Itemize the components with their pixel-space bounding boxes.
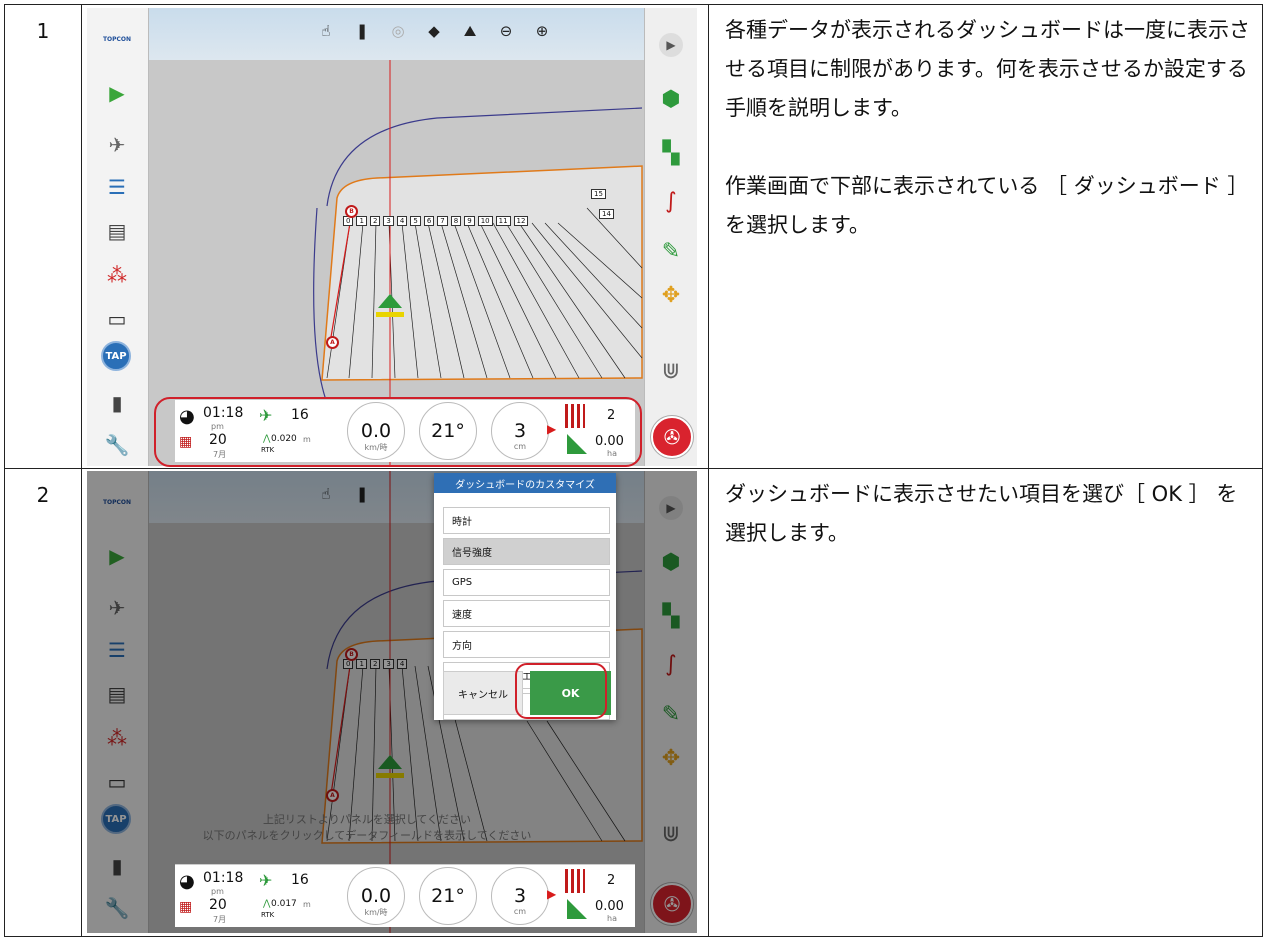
sections-icon [565, 869, 585, 893]
row-number: 2 [369, 216, 381, 226]
row-number: 1 [356, 216, 367, 226]
row-number: 9 [464, 216, 475, 226]
row-number-labels: 0 1 2 3 4 5 6 7 8 9 10 11 12 [343, 216, 529, 226]
description-paragraph: 作業画面で下部に表示されている ［ ダッシュボード ］を選択します。 [725, 174, 1249, 237]
ok-highlight [515, 663, 607, 719]
speed-value: 0.0 [360, 885, 392, 907]
accuracy-icon: ⋀ [263, 899, 271, 909]
hint-line-1: 上記リストよりパネルを選択してください [262, 813, 472, 826]
date-day: 20 [209, 897, 227, 913]
fix-type: RTK [261, 911, 275, 919]
satellite-icon: ✈ [259, 871, 273, 890]
satellite-count: 16 [291, 872, 309, 888]
clock-time: 01:18 [203, 870, 244, 886]
row-number-right: 15 [591, 189, 606, 199]
row-number-right: 14 [599, 209, 614, 219]
guide-lines-icon[interactable]: ∫ [656, 186, 686, 216]
cancel-button[interactable]: キャンセル [443, 671, 523, 715]
row-number: 10 [477, 216, 493, 226]
row-number: 12 [513, 216, 529, 226]
tap-button[interactable]: TAP [101, 341, 131, 371]
layers-icon[interactable]: ◆ [425, 22, 443, 40]
target-icon[interactable]: ◎ [389, 22, 407, 40]
field-icon[interactable]: ⬢ [656, 84, 686, 114]
speed-unit: km/時 [364, 908, 388, 917]
panel-option-speed[interactable]: 速度 [443, 600, 610, 627]
accuracy-value: 0.017 [271, 899, 297, 909]
xte-unit: cm [513, 907, 527, 916]
section-count: 2 [607, 873, 616, 888]
panel-option-signal[interactable]: 信号強度 [443, 538, 610, 565]
row-number: 4 [396, 216, 408, 226]
clock-icon: ◕ [179, 871, 195, 892]
area-value: 0.00 [595, 899, 624, 914]
hint-line-2: 以下のパネルをクリックしてデータフィールドを表示してください [202, 829, 532, 842]
xte-gauge[interactable]: 3 cm [491, 867, 549, 925]
area-icon [567, 899, 587, 919]
row-number: 3 [383, 216, 394, 226]
row-number: 5 [410, 216, 421, 226]
speed-gauge[interactable]: 0.0 km/時 [347, 867, 405, 925]
instruction-table: 1 0 1 2 3 4 5 6 7 8 9 10 11 12 15 14 B A… [4, 4, 1263, 937]
heading-value: 21° [431, 885, 465, 907]
heading-gauge[interactable]: 21° [419, 867, 477, 925]
marker-icon[interactable]: ✎ [656, 236, 686, 266]
left-toolbar: TOPCON ▶ ✈ ☰ ▤ ⁂ ▭ TAP ▮ 🔧 [87, 8, 149, 466]
sections-icon[interactable]: ⁂ [103, 262, 131, 288]
list-icon[interactable]: ☰ [103, 174, 131, 200]
panel-option-gps[interactable]: GPS [443, 569, 610, 596]
zoom-out-icon[interactable]: ⊖ [497, 22, 515, 40]
panel-option-heading[interactable]: 方向 [443, 631, 610, 658]
steering-button[interactable]: ✇ [651, 416, 693, 458]
step-row-2: 2 0 1 2 3 4 B A ☝ ❚ TOPCON ▶ ✈ ☰ ▤ ⁂ ▭ T… [4, 468, 1263, 937]
logo-icon: TOPCON [102, 35, 132, 43]
dialog-title: ダッシュボードのカスタマイズ [434, 473, 616, 493]
dashboard-highlight [154, 397, 642, 467]
row-number: 8 [450, 216, 462, 226]
right-toolbar: ▶ ⬢ ▚ ∫ ✎ ✥ ⋓ ✇ [644, 8, 697, 466]
shift-icon[interactable]: ✥ [656, 280, 686, 310]
next-icon[interactable]: ▶ [656, 30, 686, 60]
satellite-icon[interactable]: ✈ [103, 132, 131, 158]
xte-arrow-icon: ▶ [547, 887, 557, 901]
document-icon[interactable]: ▤ [103, 218, 131, 244]
screenshot-cell: 0 1 2 3 4 B A ☝ ❚ TOPCON ▶ ✈ ☰ ▤ ⁂ ▭ TAP… [81, 468, 709, 937]
screenshot-cell: 0 1 2 3 4 5 6 7 8 9 10 11 12 15 14 B A ☝… [81, 4, 709, 469]
monitor-icon[interactable]: ▭ [103, 306, 131, 332]
calendar-icon: ▦ [179, 899, 193, 915]
step-row-1: 1 0 1 2 3 4 5 6 7 8 9 10 11 12 15 14 B A… [4, 4, 1263, 469]
step-number: 1 [4, 4, 82, 469]
step-description: 各種データが表示されるダッシュボードは一度に表示させる項目に制限があります。何を… [708, 4, 1263, 469]
section-panel[interactable]: 2 0.00 ha [563, 869, 633, 923]
guidance-icon[interactable]: ❚ [353, 22, 371, 40]
top-toolbar: ☝ ❚ ◎ ◆ ⛰ ⊖ ⊕ [317, 22, 551, 40]
description-paragraph: 各種データが表示されるダッシュボードは一度に表示させる項目に制限があります。何を… [725, 18, 1250, 120]
step-description: ダッシュボードに表示させたい項目を選び［ OK ］ を選択します。 [708, 468, 1263, 937]
step-number: 2 [4, 468, 82, 937]
panel-option-clock[interactable]: 時計 [443, 507, 610, 534]
date-month: 7月 [213, 915, 227, 924]
row-number: 11 [495, 216, 511, 226]
clock-panel[interactable]: ◕ 01:18 pm ▦ 20 7月 [177, 869, 255, 924]
wrench-icon[interactable]: 🔧 [103, 432, 131, 458]
hand-icon[interactable]: ☝ [317, 22, 335, 40]
xte-value: 3 [513, 885, 527, 907]
play-icon[interactable]: ▶ [103, 80, 131, 106]
area-unit: ha [607, 914, 617, 923]
row-number: 7 [437, 216, 448, 226]
signal-panel[interactable]: ✈ 16 ⋀ 0.017 m RTK [257, 869, 343, 923]
description-paragraph: ダッシュボードに表示させたい項目を選び［ OK ］ を選択します。 [725, 482, 1238, 545]
point-a-marker: A [326, 336, 339, 349]
tractor-icon[interactable]: ▮ [103, 390, 131, 416]
view-icon[interactable]: ⛰ [461, 22, 479, 40]
point-b-marker: B [345, 205, 358, 218]
row-number: 6 [423, 216, 435, 226]
accuracy-unit: m [303, 900, 311, 909]
clock-ampm: pm [211, 887, 224, 896]
dashboard[interactable]: ◕ 01:18 pm ▦ 20 7月 ✈ 16 ⋀ 0.017 m RTK 0.… [175, 864, 635, 927]
boundary-icon[interactable]: ▚ [656, 138, 686, 168]
implement-icon[interactable]: ⋓ [656, 356, 686, 386]
zoom-in-icon[interactable]: ⊕ [533, 22, 551, 40]
